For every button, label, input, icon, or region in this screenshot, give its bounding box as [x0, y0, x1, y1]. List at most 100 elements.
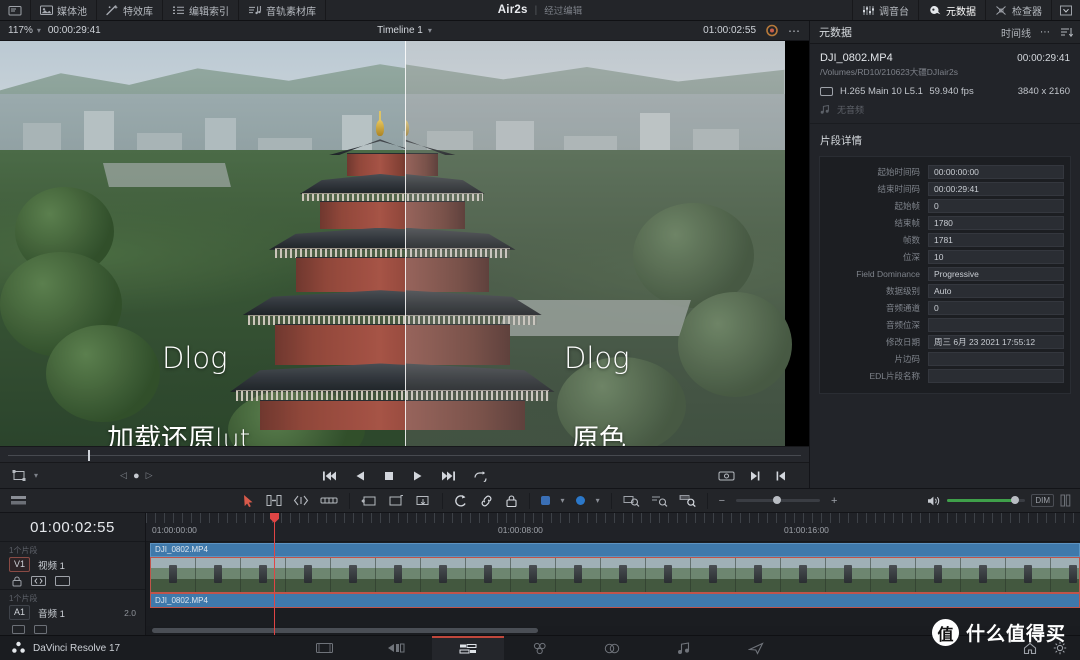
inspector-button[interactable]: 检查器: [985, 0, 1051, 20]
marker-color-swatch[interactable]: [576, 496, 585, 505]
zoom-out-icon[interactable]: −: [719, 495, 725, 507]
edit-tools-group: [350, 493, 443, 509]
viewer-header: 117% ▾ 00:00:29:41 Timeline 1 ▾ 01:00:02…: [0, 21, 809, 41]
v1-track-id[interactable]: V1: [9, 557, 30, 572]
metadata-field-value[interactable]: [928, 369, 1064, 383]
mixer-button[interactable]: 调音台: [852, 0, 918, 20]
timeline-clip-thumbnails[interactable]: [150, 557, 1080, 593]
selection-arrow-icon[interactable]: [243, 494, 255, 508]
jump-to-start-icon[interactable]: [322, 470, 337, 482]
metadata-scope-label[interactable]: 时间线: [1001, 25, 1031, 40]
page-media[interactable]: [288, 636, 360, 660]
metadata-field-label: EDL片段名称: [820, 370, 928, 382]
clip-thumbnail: [466, 558, 511, 592]
scrubber-playhead[interactable]: [88, 450, 90, 461]
page-color[interactable]: [576, 636, 648, 660]
color-wheel-icon[interactable]: [765, 24, 779, 37]
viewer-scrubber[interactable]: [0, 446, 809, 462]
timeline-clip-video-bar[interactable]: DJI_0802.MP4: [150, 543, 1080, 557]
page-fairlight[interactable]: [648, 636, 720, 660]
page-deliver[interactable]: [720, 636, 792, 660]
metadata-sort-icon[interactable]: [1060, 27, 1073, 38]
ruler-ticks: [146, 513, 1080, 523]
metadata-label: 元数据: [946, 3, 976, 18]
viewer-title-chevron-down-icon[interactable]: ▾: [428, 26, 432, 35]
play-forward-icon[interactable]: [412, 470, 424, 482]
viewer-options-menu-icon[interactable]: ⋯: [788, 24, 801, 38]
metadata-field-value[interactable]: Progressive: [928, 267, 1064, 281]
zoom-to-detail-icon[interactable]: [651, 494, 668, 507]
timeline-zoom-slider[interactable]: [736, 499, 820, 502]
metadata-options-menu-icon[interactable]: ⋯: [1040, 27, 1051, 38]
stop-icon[interactable]: [383, 470, 395, 482]
link-clips-icon[interactable]: [479, 494, 494, 507]
lock-track-icon[interactable]: [505, 494, 518, 508]
clip-modifiers-group: [443, 493, 530, 509]
timeline-clip-audio-bar[interactable]: DJI_0802.MP4: [150, 593, 1080, 608]
metadata-field-label: 位深: [820, 251, 928, 263]
clip-thumbnail: [331, 558, 376, 592]
flag-color-swatch[interactable]: [541, 496, 550, 505]
metadata-button[interactable]: 元数据: [918, 0, 985, 20]
inspector-label: 检查器: [1012, 3, 1042, 18]
metadata-field-value[interactable]: 10: [928, 250, 1064, 264]
insert-clip-icon[interactable]: [361, 494, 377, 507]
main-area: 117% ▾ 00:00:29:41 Timeline 1 ▾ 01:00:02…: [0, 21, 1080, 488]
zoom-fit-icon[interactable]: [623, 494, 640, 507]
timeline-zoom-slider-knob[interactable]: [773, 496, 781, 504]
jump-to-end-icon[interactable]: [441, 470, 456, 482]
metadata-field-value[interactable]: 周三 6月 23 2021 17:55:12: [928, 335, 1064, 349]
metadata-field-value[interactable]: 00:00:00:00: [928, 165, 1064, 179]
dynamic-trim-mode-icon[interactable]: [293, 494, 309, 507]
metadata-field-value[interactable]: 0: [928, 301, 1064, 315]
clip-thumbnail: [241, 558, 286, 592]
v1-lock-icon[interactable]: [12, 576, 22, 587]
timeline-viewer[interactable]: Dlog 加载还原lut Dlog 原色: [0, 41, 809, 446]
split-screen-divider[interactable]: [405, 41, 406, 446]
timeline-scrollbar-thumb[interactable]: [152, 628, 538, 633]
sound-library-button[interactable]: 音轨素材库: [239, 0, 326, 20]
page-cut[interactable]: [360, 636, 432, 660]
media-pool-button[interactable]: 媒体池: [31, 0, 97, 20]
effects-library-button[interactable]: 特效库: [97, 0, 163, 20]
metadata-field-value[interactable]: 0: [928, 199, 1064, 213]
clip-thumbnail: [421, 558, 466, 592]
replace-clip-icon[interactable]: [415, 494, 431, 507]
loop-icon[interactable]: [473, 470, 488, 482]
metadata-field-value[interactable]: 00:00:29:41: [928, 182, 1064, 196]
page-fusion[interactable]: [504, 636, 576, 660]
v1-video-enable-icon[interactable]: [55, 576, 70, 586]
zoom-in-icon[interactable]: +: [831, 495, 837, 507]
timeline-ruler[interactable]: 01:00:00:00 01:00:08:00 01:00:16:00: [146, 513, 1080, 542]
timeline-tracks-area[interactable]: 01:00:00:00 01:00:08:00 01:00:16:00 DJI_…: [146, 513, 1080, 635]
a1-track-id[interactable]: A1: [9, 605, 30, 620]
master-volume-slider[interactable]: [947, 499, 1025, 502]
panel-toggle-button[interactable]: [1051, 0, 1080, 20]
retime-curve-icon[interactable]: [454, 494, 468, 508]
play-reverse-icon[interactable]: [354, 470, 366, 482]
a1-solo-icon[interactable]: [34, 625, 47, 634]
page-edit[interactable]: [432, 636, 504, 660]
viewer-zoom-chevron-down-icon[interactable]: ▾: [37, 26, 41, 35]
metadata-field-value[interactable]: [928, 352, 1064, 366]
project-manager-button[interactable]: [0, 0, 31, 20]
viewer-zoom-value[interactable]: 117%: [0, 25, 33, 36]
zoom-full-extent-icon[interactable]: [679, 494, 696, 507]
timeline-playhead[interactable]: [274, 513, 275, 635]
clip-video-info-row: H.265 Main 10 L5.1 59.940 fps 3840 x 216…: [820, 86, 1070, 97]
razor-edit-mode-icon[interactable]: [320, 494, 338, 507]
metadata-field-value[interactable]: [928, 318, 1064, 332]
marker-chevron-down-icon[interactable]: ▾: [596, 496, 600, 505]
metadata-field-value[interactable]: Auto: [928, 284, 1064, 298]
transport-controls: [0, 470, 809, 482]
metadata-field-value[interactable]: 1780: [928, 216, 1064, 230]
overlay-left-title: Dlog: [162, 341, 228, 375]
chevron-down-icon: [1060, 5, 1072, 16]
overwrite-clip-icon[interactable]: [388, 494, 404, 507]
edit-index-button[interactable]: 编辑索引: [163, 0, 239, 20]
metadata-field-value[interactable]: 1781: [928, 233, 1064, 247]
trim-edit-mode-icon[interactable]: [266, 494, 282, 507]
v1-auto-select-icon[interactable]: [31, 576, 46, 586]
a1-mute-icon[interactable]: [12, 625, 25, 634]
flag-chevron-down-icon[interactable]: ▾: [561, 496, 565, 505]
